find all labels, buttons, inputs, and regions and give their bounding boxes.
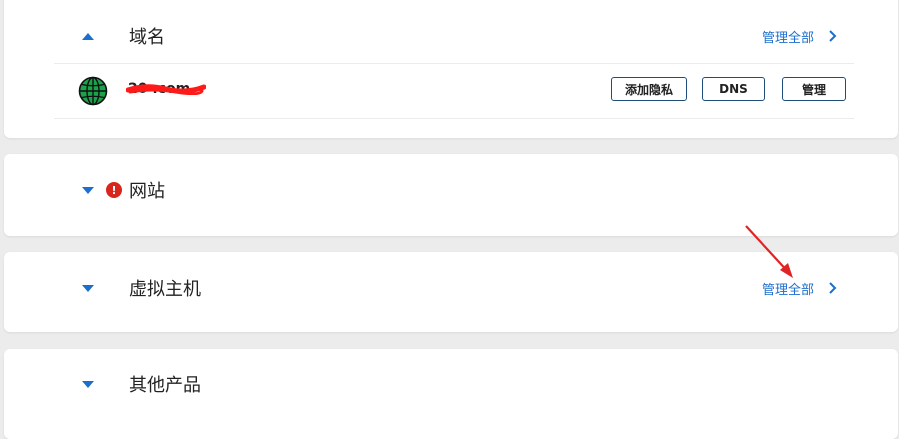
manage-domain-button[interactable]: 管理 <box>782 77 846 101</box>
other-products-section-header[interactable]: 其他产品 <box>4 362 898 406</box>
caret-down-icon <box>82 186 94 194</box>
caret-up-icon <box>82 32 94 40</box>
other-products-section-title: 其他产品 <box>129 375 201 396</box>
website-section-title: 网站 <box>129 181 165 202</box>
chevron-right-icon[interactable] <box>826 281 840 295</box>
other-products-section: 其他产品 <box>4 349 898 439</box>
collapse-domain-toggle[interactable] <box>81 29 95 43</box>
redaction-scribble <box>126 84 206 95</box>
expand-other-products-toggle[interactable] <box>81 377 95 391</box>
dns-button[interactable]: DNS <box>702 77 765 101</box>
exclamation-icon: ! <box>106 182 122 198</box>
domain-section: 域名 管理全部 20 .com 添加隐私 DNS 管理 <box>4 0 898 138</box>
add-privacy-button[interactable]: 添加隐私 <box>611 77 687 101</box>
hosting-section: 虚拟主机 管理全部 <box>4 252 898 332</box>
domain-section-title: 域名 <box>129 27 165 48</box>
globe-icon <box>78 76 108 106</box>
expand-hosting-toggle[interactable] <box>81 281 95 295</box>
hosting-manage-all-link[interactable]: 管理全部 <box>762 279 814 298</box>
website-section-header[interactable]: ! 网站 <box>4 168 898 212</box>
chevron-right-icon[interactable] <box>826 29 840 43</box>
expand-website-toggle[interactable] <box>81 183 95 197</box>
hosting-section-header[interactable]: 虚拟主机 管理全部 <box>4 266 898 310</box>
website-section: ! 网站 <box>4 154 898 236</box>
hosting-section-title: 虚拟主机 <box>129 279 201 300</box>
caret-down-icon <box>82 380 94 388</box>
domain-section-header: 域名 管理全部 <box>4 14 898 58</box>
caret-down-icon <box>82 284 94 292</box>
domain-manage-all-link[interactable]: 管理全部 <box>762 27 814 46</box>
domain-row: 20 .com 添加隐私 DNS 管理 <box>54 63 854 119</box>
